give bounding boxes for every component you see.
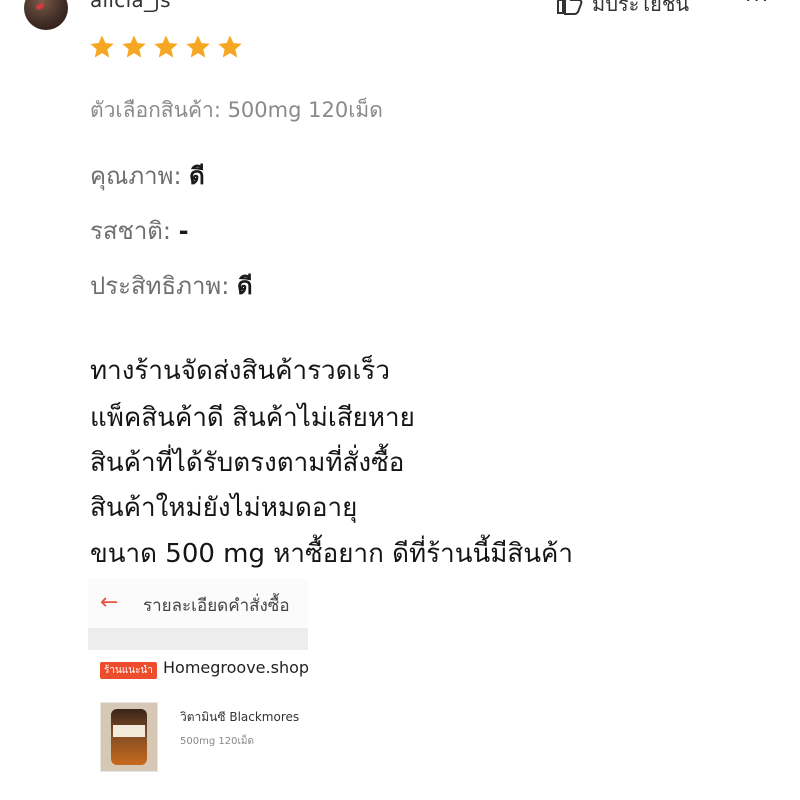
attribute-label: คุณภาพ: — [90, 162, 182, 190]
review-photo[interactable]: ← รายละเอียดคำสั่งซื้อ ร้านแนะนำ Homegro… — [88, 578, 308, 800]
helpful-button[interactable]: มีประโยชน์ — [556, 0, 689, 20]
product-name: วิตามินซี Blackmores — [180, 710, 300, 724]
attribute-effectiveness: ประสิทธิภาพ: ดี — [90, 266, 253, 305]
star-icon — [218, 35, 242, 58]
review-text-line: สินค้าที่ได้รับตรงตามที่สั่งซื้อ — [90, 448, 405, 478]
arrow-left-icon: ← — [100, 590, 119, 615]
reviewer-username[interactable]: alicia_js — [90, 0, 171, 12]
variant-label: ตัวเลือกสินค้า: 500mg 120เม็ด — [90, 98, 383, 122]
product-variant: 500mg 120เม็ด — [180, 736, 254, 747]
attribute-label: ประสิทธิภาพ: — [90, 272, 230, 300]
review-text-line: ทางร้านจัดส่งสินค้ารวดเร็ว — [90, 356, 390, 386]
star-icon — [122, 35, 146, 58]
shop-badge: ร้านแนะนำ — [100, 662, 157, 679]
more-options-icon[interactable]: ··· — [745, 0, 770, 12]
product-image — [100, 702, 158, 772]
star-icon — [186, 35, 210, 58]
attribute-value: ดี — [189, 162, 205, 190]
attribute-quality: คุณภาพ: ดี — [90, 156, 205, 195]
attribute-taste: รสชาติ: - — [90, 211, 189, 250]
attribute-value: ดี — [236, 272, 253, 300]
avatar[interactable] — [24, 0, 68, 30]
review-text-line: แพ็คสินค้าดี สินค้าไม่เสียหาย — [90, 403, 415, 433]
helpful-label: มีประโยชน์ — [592, 0, 690, 16]
attribute-label: รสชาติ: — [90, 217, 171, 245]
star-icon — [154, 35, 178, 58]
attribute-value: - — [178, 217, 189, 245]
order-detail-title: รายละเอียดคำสั่งซื้อ — [143, 596, 290, 616]
shop-name: Homegroove.shop — [163, 658, 308, 677]
thumbs-up-icon — [556, 0, 584, 20]
divider — [88, 628, 308, 650]
star-rating — [88, 33, 244, 61]
star-icon — [90, 35, 114, 58]
review-text-line: สินค้าใหม่ยังไม่หมดอายุ — [90, 493, 358, 523]
review-text-line: ขนาด 500 mg หาซื้อยาก ดีที่ร้านนี้มีสินค… — [90, 539, 574, 569]
